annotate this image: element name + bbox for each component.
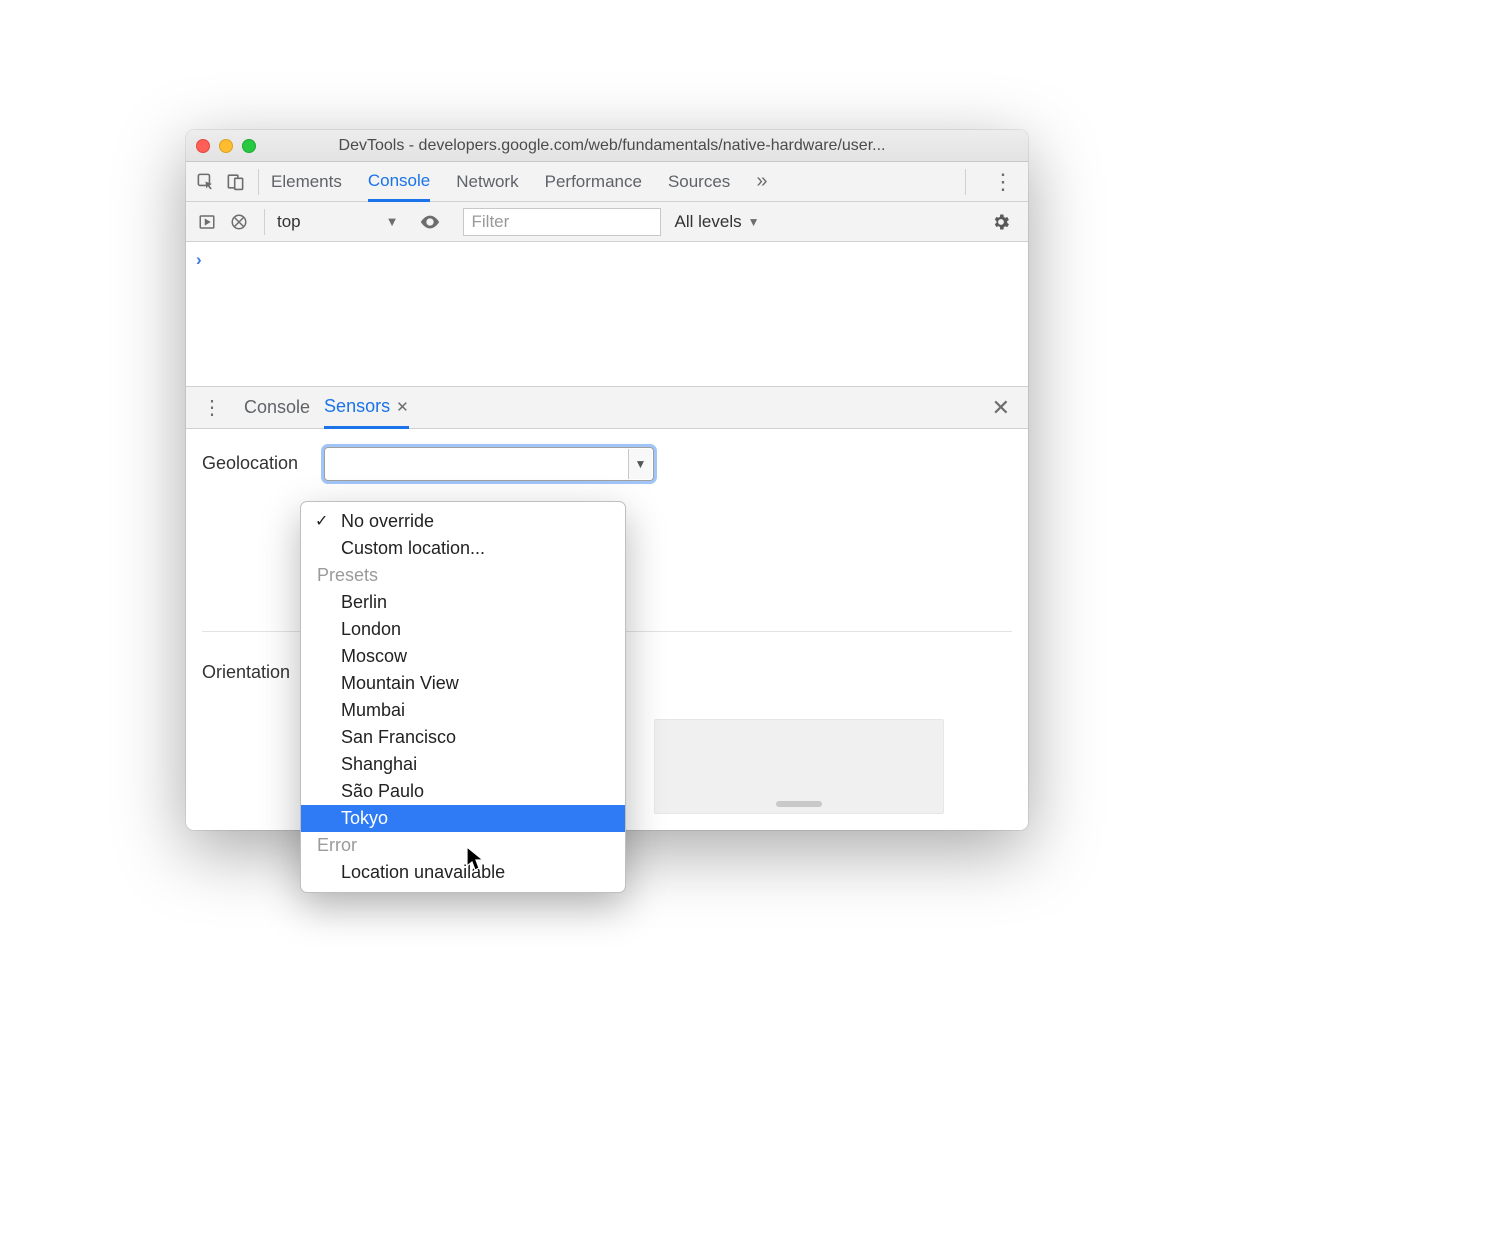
- option-london[interactable]: London: [301, 616, 625, 643]
- option-shanghai[interactable]: Shanghai: [301, 751, 625, 778]
- orientation-preview[interactable]: [654, 719, 944, 814]
- more-tabs-icon[interactable]: »: [756, 170, 767, 193]
- context-value: top: [277, 212, 301, 232]
- option-custom-location[interactable]: Custom location...: [301, 535, 625, 562]
- console-output[interactable]: ›: [186, 242, 1028, 387]
- option-no-override[interactable]: No override: [301, 508, 625, 535]
- live-expression-icon[interactable]: [417, 209, 443, 235]
- separator: [965, 169, 966, 195]
- option-group-error: Error: [301, 832, 625, 859]
- drawer-kebab-icon[interactable]: ⋮: [194, 395, 230, 420]
- window-controls: [196, 139, 256, 153]
- tab-performance[interactable]: Performance: [545, 162, 642, 201]
- titlebar: DevTools - developers.google.com/web/fun…: [186, 130, 1028, 162]
- zoom-window-button[interactable]: [242, 139, 256, 153]
- option-berlin[interactable]: Berlin: [301, 589, 625, 616]
- geolocation-dropdown: No override Custom location... Presets B…: [300, 501, 626, 893]
- drawer-tab-sensors-label: Sensors: [324, 396, 390, 417]
- tab-network[interactable]: Network: [456, 162, 518, 201]
- drawer-tabs: ⋮ Console Sensors ✕ ✕: [186, 387, 1028, 429]
- console-filter-bar: top ▼ All levels ▼: [186, 202, 1028, 242]
- geolocation-row: Geolocation ▼: [202, 447, 1012, 481]
- option-tokyo[interactable]: Tokyo: [301, 805, 625, 832]
- log-levels-selector[interactable]: All levels ▼: [675, 212, 760, 232]
- drawer-tab-console[interactable]: Console: [244, 387, 310, 428]
- console-settings-icon[interactable]: [988, 209, 1014, 235]
- close-tab-icon[interactable]: ✕: [396, 398, 409, 416]
- cursor-icon: [466, 846, 486, 877]
- option-moscow[interactable]: Moscow: [301, 643, 625, 670]
- close-window-button[interactable]: [196, 139, 210, 153]
- geolocation-label: Geolocation: [202, 447, 324, 474]
- caret-down-icon: ▼: [386, 214, 399, 229]
- separator: [264, 209, 265, 235]
- minimize-window-button[interactable]: [219, 139, 233, 153]
- separator: [258, 169, 259, 195]
- drawer-tab-sensors[interactable]: Sensors ✕: [324, 388, 409, 429]
- execute-icon[interactable]: [194, 209, 220, 235]
- window-title: DevTools - developers.google.com/web/fun…: [266, 137, 1018, 155]
- geolocation-select[interactable]: ▼: [324, 447, 654, 481]
- context-selector[interactable]: top ▼: [277, 212, 399, 232]
- option-sao-paulo[interactable]: São Paulo: [301, 778, 625, 805]
- option-mountain-view[interactable]: Mountain View: [301, 670, 625, 697]
- device-toolbar-icon[interactable]: [224, 171, 246, 193]
- option-group-presets: Presets: [301, 562, 625, 589]
- main-tabs: Elements Console Network Performance Sou…: [271, 162, 767, 201]
- tab-sources[interactable]: Sources: [668, 162, 730, 201]
- filter-input[interactable]: [463, 208, 661, 236]
- tab-console[interactable]: Console: [368, 163, 430, 202]
- drawer-close-icon[interactable]: ✕: [982, 395, 1020, 421]
- option-san-francisco[interactable]: San Francisco: [301, 724, 625, 751]
- toolbar-right: ⋮: [953, 162, 1028, 201]
- settings-kebab-icon[interactable]: ⋮: [978, 169, 1028, 195]
- clear-console-icon[interactable]: [226, 209, 252, 235]
- select-caret-icon: ▼: [628, 449, 652, 479]
- console-prompt: ›: [196, 250, 202, 269]
- main-toolbar: Elements Console Network Performance Sou…: [186, 162, 1028, 202]
- tab-elements[interactable]: Elements: [271, 162, 342, 201]
- log-levels-value: All levels: [675, 212, 742, 232]
- option-location-unavailable[interactable]: Location unavailable: [301, 859, 625, 886]
- option-mumbai[interactable]: Mumbai: [301, 697, 625, 724]
- caret-down-icon: ▼: [748, 215, 760, 229]
- inspect-element-icon[interactable]: [194, 171, 216, 193]
